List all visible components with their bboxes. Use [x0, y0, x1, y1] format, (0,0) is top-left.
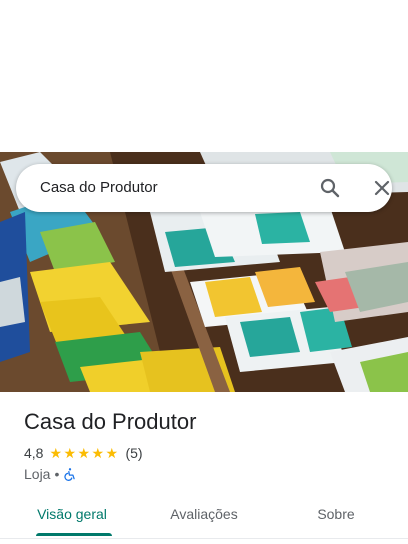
star-icon: ★ — [49, 445, 63, 461]
review-count[interactable]: (5) — [125, 445, 142, 461]
divider — [0, 538, 408, 539]
star-icon: ★ — [105, 445, 119, 461]
map-area-blank — [0, 0, 408, 152]
star-icon: ★ — [63, 445, 77, 461]
star-icon: ★ — [77, 445, 91, 461]
tab-about[interactable]: Sobre — [288, 492, 384, 536]
tab-reviews[interactable]: Avaliações — [156, 492, 252, 536]
close-icon[interactable] — [370, 176, 394, 200]
rating-stars: ★ ★ ★ ★ ★ — [49, 446, 119, 460]
tab-bar: Visão geral Avaliações Sobre — [0, 492, 408, 538]
rating-value: 4,8 — [24, 445, 44, 461]
search-input[interactable]: Casa do Produtor — [40, 178, 158, 198]
category-row: Loja • — [24, 465, 77, 483]
separator-dot: • — [54, 466, 60, 482]
active-tab-indicator — [36, 533, 112, 536]
tab-overview[interactable]: Visão geral — [24, 492, 120, 536]
wheelchair-icon — [63, 467, 77, 481]
rating-row[interactable]: 4,8 ★ ★ ★ ★ ★ (5) — [24, 444, 143, 462]
search-icon[interactable] — [318, 176, 342, 200]
search-bar[interactable]: Casa do Produtor — [16, 164, 392, 212]
place-category: Loja — [24, 466, 51, 482]
place-title: Casa do Produtor — [24, 409, 197, 434]
star-icon: ★ — [91, 445, 105, 461]
